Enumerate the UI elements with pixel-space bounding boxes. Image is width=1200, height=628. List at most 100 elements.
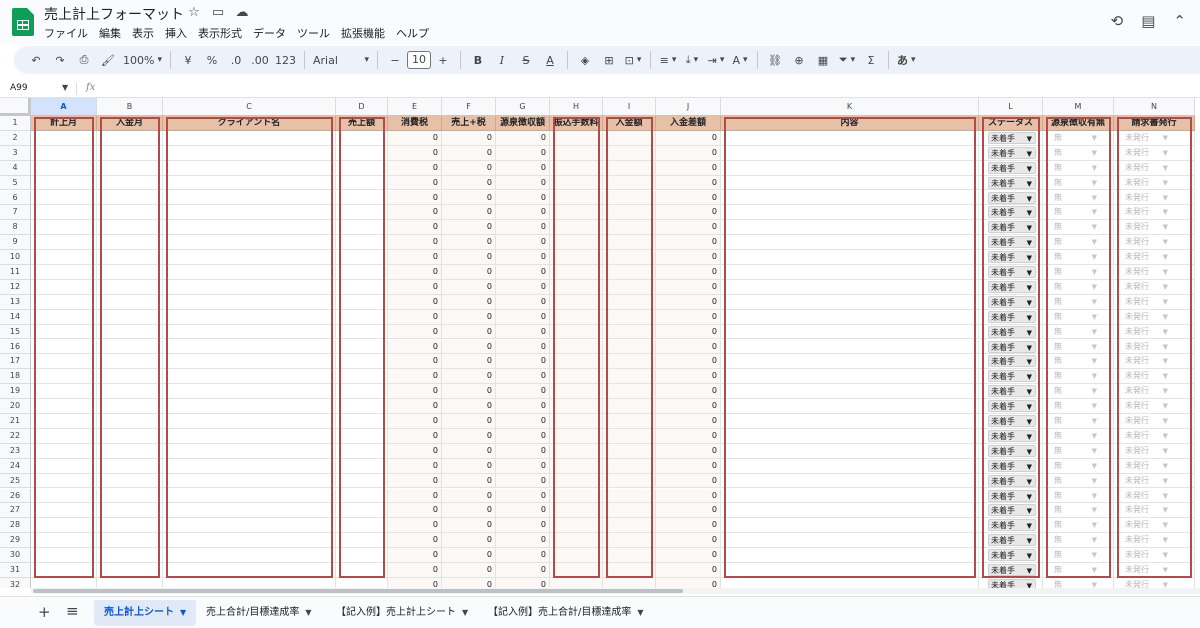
table-cell[interactable]: 0 bbox=[442, 503, 496, 519]
status-dropdown[interactable]: 未着手 ▼ bbox=[988, 280, 1036, 293]
table-cell[interactable] bbox=[31, 220, 97, 236]
table-cell[interactable]: 0 bbox=[388, 339, 442, 355]
invoice-dropdown[interactable]: 未発行 ▼ bbox=[1123, 281, 1171, 293]
table-cell[interactable] bbox=[163, 250, 336, 265]
table-cell[interactable]: 0 bbox=[496, 175, 550, 191]
header-cell[interactable]: 入金額 bbox=[603, 116, 656, 131]
table-cell[interactable]: 0 bbox=[656, 175, 721, 191]
table-cell[interactable] bbox=[336, 548, 388, 563]
font-size-input[interactable]: 10 bbox=[406, 51, 431, 69]
invoice-dropdown[interactable]: 未発行 ▼ bbox=[1123, 266, 1171, 278]
table-cell[interactable] bbox=[336, 235, 388, 251]
table-cell[interactable]: 無 ▼ bbox=[1043, 190, 1114, 206]
table-cell[interactable]: 0 bbox=[656, 235, 721, 251]
table-cell[interactable] bbox=[336, 443, 388, 459]
table-cell[interactable]: 未着手 ▼ bbox=[979, 220, 1043, 236]
row-header[interactable]: 16 bbox=[0, 339, 31, 355]
column-header-k[interactable]: K bbox=[721, 98, 979, 116]
table-cell[interactable]: 未着手 ▼ bbox=[979, 443, 1043, 459]
table-cell[interactable]: 0 bbox=[496, 488, 550, 504]
table-cell[interactable] bbox=[336, 488, 388, 504]
withholding-dropdown[interactable]: 無 ▼ bbox=[1052, 236, 1100, 248]
table-cell[interactable]: 未発行 ▼ bbox=[1114, 265, 1195, 280]
menu-file[interactable]: ファイル bbox=[44, 25, 88, 41]
table-cell[interactable]: 無 ▼ bbox=[1043, 175, 1114, 191]
table-cell[interactable] bbox=[97, 354, 163, 370]
table-cell[interactable] bbox=[603, 190, 656, 206]
table-cell[interactable]: 0 bbox=[388, 250, 442, 265]
table-cell[interactable] bbox=[336, 220, 388, 236]
table-cell[interactable]: 0 bbox=[496, 205, 550, 221]
input-tools-button[interactable]: あ bbox=[897, 50, 916, 70]
table-cell[interactable] bbox=[550, 175, 603, 191]
table-cell[interactable]: 未発行 ▼ bbox=[1114, 235, 1195, 251]
percent-format-button[interactable]: % bbox=[203, 50, 221, 70]
table-cell[interactable] bbox=[97, 488, 163, 504]
row-header[interactable]: 18 bbox=[0, 369, 31, 385]
table-cell[interactable]: 未発行 ▼ bbox=[1114, 458, 1195, 474]
table-cell[interactable]: 0 bbox=[388, 160, 442, 176]
cloud-status-icon[interactable]: ☁ bbox=[234, 5, 250, 20]
table-cell[interactable]: 未着手 ▼ bbox=[979, 265, 1043, 280]
horizontal-scrollbar[interactable] bbox=[31, 588, 1200, 594]
row-header[interactable]: 30 bbox=[0, 548, 31, 563]
table-cell[interactable] bbox=[721, 563, 979, 578]
table-cell[interactable] bbox=[97, 294, 163, 310]
invoice-dropdown[interactable]: 未発行 ▼ bbox=[1123, 326, 1171, 338]
table-cell[interactable] bbox=[31, 324, 97, 340]
table-cell[interactable]: 0 bbox=[496, 428, 550, 444]
table-cell[interactable]: 0 bbox=[496, 458, 550, 474]
table-cell[interactable] bbox=[603, 443, 656, 459]
column-header-n[interactable]: N bbox=[1114, 98, 1195, 116]
table-cell[interactable] bbox=[336, 160, 388, 176]
table-cell[interactable] bbox=[163, 220, 336, 236]
insert-chart-icon[interactable]: ▦ bbox=[814, 50, 832, 70]
table-cell[interactable] bbox=[721, 503, 979, 519]
table-cell[interactable]: 無 ▼ bbox=[1043, 503, 1114, 519]
table-cell[interactable] bbox=[336, 518, 388, 534]
table-cell[interactable] bbox=[336, 339, 388, 355]
table-cell[interactable] bbox=[163, 294, 336, 310]
status-dropdown[interactable]: 未着手 ▼ bbox=[988, 429, 1036, 442]
column-header-c[interactable]: C bbox=[163, 98, 336, 116]
table-cell[interactable] bbox=[97, 160, 163, 176]
menu-insert[interactable]: 挿入 bbox=[165, 25, 187, 41]
table-cell[interactable] bbox=[550, 250, 603, 265]
row-header[interactable]: 26 bbox=[0, 488, 31, 504]
table-cell[interactable] bbox=[97, 190, 163, 206]
table-cell[interactable] bbox=[163, 443, 336, 459]
name-box[interactable]: A99 bbox=[10, 83, 28, 93]
table-cell[interactable]: 0 bbox=[442, 548, 496, 563]
table-cell[interactable]: 無 ▼ bbox=[1043, 160, 1114, 176]
table-cell[interactable] bbox=[97, 175, 163, 191]
header-cell[interactable]: 源泉徴収額 bbox=[496, 116, 550, 131]
table-cell[interactable] bbox=[31, 354, 97, 370]
table-cell[interactable] bbox=[603, 548, 656, 563]
table-cell[interactable]: 未発行 ▼ bbox=[1114, 160, 1195, 176]
bold-button[interactable]: B bbox=[469, 50, 487, 70]
italic-button[interactable]: I bbox=[493, 50, 511, 70]
table-cell[interactable]: 未着手 ▼ bbox=[979, 339, 1043, 355]
table-cell[interactable] bbox=[163, 458, 336, 474]
table-cell[interactable] bbox=[603, 205, 656, 221]
expand-icon[interactable]: ⌃ bbox=[1173, 12, 1186, 30]
status-dropdown[interactable]: 未着手 ▼ bbox=[988, 415, 1036, 427]
table-cell[interactable] bbox=[31, 458, 97, 474]
table-cell[interactable]: 未発行 ▼ bbox=[1114, 503, 1195, 519]
status-dropdown[interactable]: 未着手 ▼ bbox=[988, 325, 1036, 338]
table-cell[interactable]: 無 ▼ bbox=[1043, 563, 1114, 578]
row-header[interactable]: 3 bbox=[0, 145, 31, 161]
undo-icon[interactable]: ↶ bbox=[27, 50, 45, 70]
status-dropdown[interactable]: 未着手 ▼ bbox=[988, 459, 1036, 472]
table-cell[interactable] bbox=[603, 503, 656, 519]
table-cell[interactable]: 未発行 ▼ bbox=[1114, 399, 1195, 414]
status-dropdown[interactable]: 未着手 ▼ bbox=[988, 444, 1036, 457]
table-cell[interactable] bbox=[97, 458, 163, 474]
table-cell[interactable] bbox=[550, 563, 603, 578]
table-cell[interactable] bbox=[550, 235, 603, 251]
table-cell[interactable]: 0 bbox=[442, 265, 496, 280]
withholding-dropdown[interactable]: 無 ▼ bbox=[1052, 490, 1100, 502]
table-cell[interactable] bbox=[550, 294, 603, 310]
wrap-icon[interactable]: ⇥ bbox=[707, 50, 725, 70]
table-cell[interactable]: 0 bbox=[388, 414, 442, 429]
